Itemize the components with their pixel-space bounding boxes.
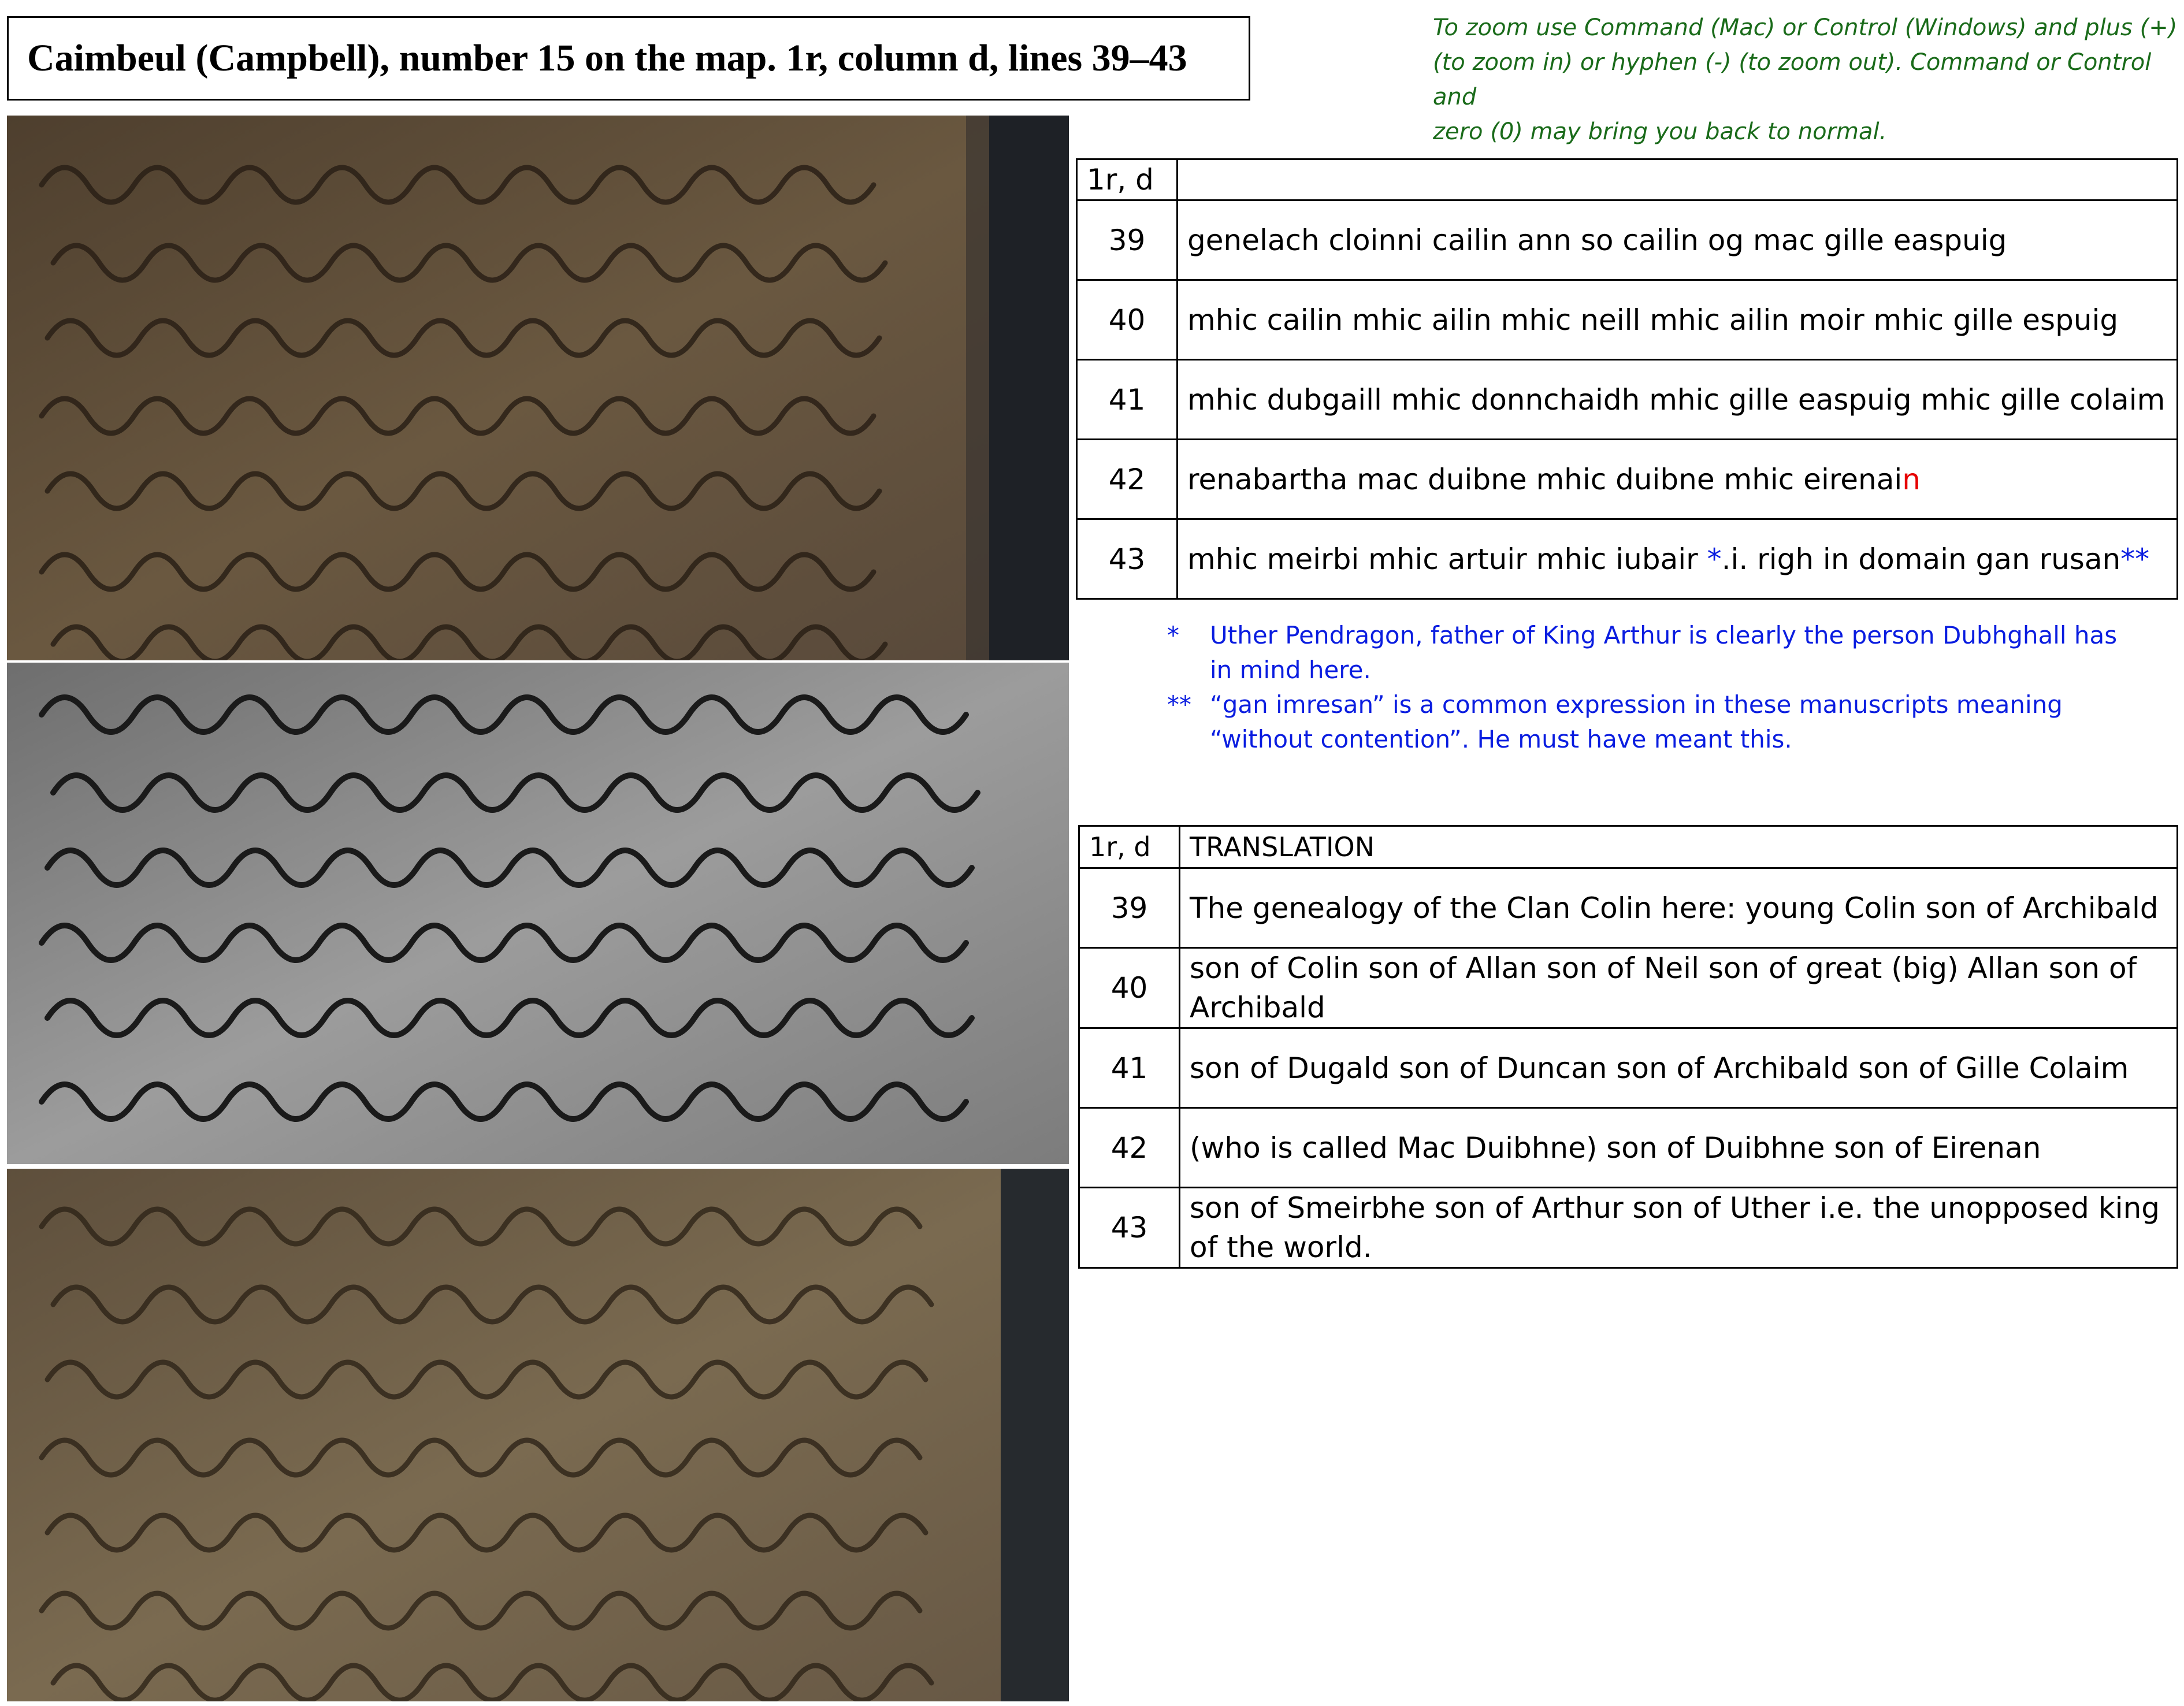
line-text-middle: .i. righ in domain gan rusan [1721,542,2121,576]
line-number: 41 [1076,359,1178,440]
line-number: 40 [1076,279,1178,360]
line-text: mhic dubgaill mhic donnchaidh mhic gille… [1176,359,2178,440]
footnote-marker: * [1707,542,1722,576]
red-letter: n [1902,462,1921,496]
page-title-text: Caimbeul (Campbell), number 15 on the ma… [27,37,1187,79]
transcription-table: 1r, d 39 genelach cloinni cailin ann so … [1076,158,2178,600]
line-text: mhic meirbi mhic artuir mhic iubair *.i.… [1176,518,2178,600]
table-row: 39 The genealogy of the Clan Colin here:… [1078,867,2178,949]
manuscript-photo-color [7,116,1069,660]
table-row: 41 mhic dubgaill mhic donnchaidh mhic gi… [1076,359,2178,440]
footnote-line: Uther Pendragon, father of King Arthur i… [1210,621,2118,649]
footnote-text: “gan imresan” is a common expression in … [1210,687,2063,757]
line-text: renabartha mac duibne mhic duibne mhic e… [1176,438,2178,520]
translation-table: 1r, d TRANSLATION 39 The genealogy of th… [1078,825,2178,1269]
table-row: 39 genelach cloinni cailin ann so cailin… [1076,199,2178,281]
line-text: genelach cloinni cailin ann so cailin og… [1176,199,2178,281]
line-number: 43 [1076,518,1178,600]
line-number: 39 [1076,199,1178,281]
folio-reference: 1r, d [1078,825,1180,869]
header-cell [1176,158,2178,201]
footnote-line: “gan imresan” is a common expression in … [1210,690,2063,719]
folio-reference: 1r, d [1076,158,1178,201]
footnote: * Uther Pendragon, father of King Arthur… [1167,618,2126,687]
zoom-instructions: To zoom use Command (Mac) or Control (Wi… [1433,10,2178,149]
table-row: 41 son of Dugald son of Duncan son of Ar… [1078,1027,2178,1109]
table-row: 42 (who is called Mac Duibhne) son of Du… [1078,1107,2178,1188]
line-number: 42 [1078,1107,1180,1188]
footnotes: * Uther Pendragon, father of King Arthur… [1167,618,2126,757]
footnote-marker: * [1167,621,1179,649]
line-number: 40 [1078,947,1180,1029]
footnote-marker: ** [1167,690,1191,719]
table-header-row: 1r, d TRANSLATION [1078,825,2178,869]
table-row: 40 son of Colin son of Allan son of Neil… [1078,947,2178,1029]
line-number: 41 [1078,1027,1180,1109]
zoom-instructions-line-3: zero (0) may bring you back to normal. [1433,118,1887,145]
translation-text: son of Dugald son of Duncan son of Archi… [1179,1027,2178,1109]
translation-heading: TRANSLATION [1179,825,2178,869]
footnote: ** “gan imresan” is a common expression … [1167,687,2126,757]
zoom-instructions-line-2: (to zoom in) or hyphen (-) (to zoom out)… [1433,49,2152,110]
line-number: 43 [1078,1187,1180,1269]
manuscript-photo-grayscale [7,663,1069,1164]
table-row: 40 mhic cailin mhic ailin mhic neill mhi… [1076,279,2178,360]
table-row: 43 mhic meirbi mhic artuir mhic iubair *… [1076,518,2178,600]
translation-text: son of Smeirbhe son of Arthur son of Uth… [1179,1187,2178,1269]
line-number: 39 [1078,867,1180,949]
footnote-line: in mind here. [1210,656,1371,684]
table-header-row: 1r, d [1076,158,2178,201]
translation-text: son of Colin son of Allan son of Neil so… [1179,947,2178,1029]
line-text-main: renabartha mac duibne mhic duibne mhic e… [1187,462,1903,496]
footnote-marker: ** [2120,542,2150,576]
translation-text: The genealogy of the Clan Colin here: yo… [1179,867,2178,949]
manuscript-photo-enhanced [7,1169,1069,1701]
table-row: 42 renabartha mac duibne mhic duibne mhi… [1076,438,2178,520]
page-title: Caimbeul (Campbell), number 15 on the ma… [7,16,1250,101]
footnote-line: “without contention”. He must have meant… [1210,725,1792,753]
footnote-text: Uther Pendragon, father of King Arthur i… [1210,618,2117,687]
line-text-start: mhic meirbi mhic artuir mhic iubair [1187,542,1707,576]
table-row: 43 son of Smeirbhe son of Arthur son of … [1078,1187,2178,1269]
line-text: mhic cailin mhic ailin mhic neill mhic a… [1176,279,2178,360]
zoom-instructions-line-1: To zoom use Command (Mac) or Control (Wi… [1433,14,2178,41]
line-number: 42 [1076,438,1178,520]
translation-text: (who is called Mac Duibhne) son of Duibh… [1179,1107,2178,1188]
